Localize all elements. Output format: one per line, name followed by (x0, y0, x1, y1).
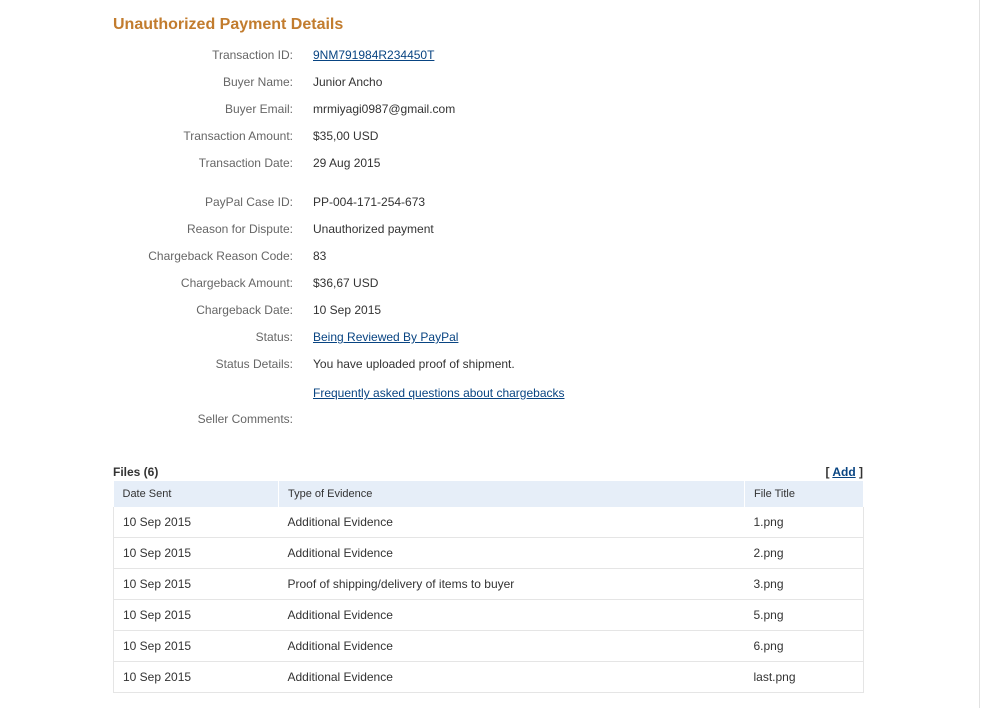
evidence-type-cell: Additional Evidence (278, 661, 745, 693)
add-file-link[interactable]: Add (832, 465, 855, 479)
date-sent-cell: 10 Sep 2015 (113, 630, 279, 662)
files-table: Date Sent Type of Evidence File Title 10… (113, 481, 864, 693)
page-title: Unauthorized Payment Details (113, 16, 344, 33)
status-details-label: Status Details: (215, 357, 293, 371)
status-link[interactable]: Being Reviewed By PayPal (313, 329, 458, 345)
evidence-type-cell: Additional Evidence (278, 630, 745, 662)
page-right-border (979, 0, 980, 708)
file-title-cell: 3.png (744, 568, 864, 600)
files-table-header-row: Date Sent Type of Evidence File Title (113, 481, 864, 507)
column-header-type-of-evidence: Type of Evidence (278, 481, 745, 507)
buyer-email-value: mrmiyagi0987@gmail.com (313, 102, 456, 116)
transaction-amount-value: $35,00 USD (313, 129, 379, 143)
add-bracket-close: ] (855, 465, 863, 479)
status-details-value: You have uploaded proof of shipment. (313, 357, 515, 371)
evidence-type-cell: Additional Evidence (278, 537, 745, 569)
date-sent-cell: 10 Sep 2015 (113, 568, 279, 600)
files-add-control: [ Add ] (825, 464, 863, 480)
files-header: Files (6) [ Add ] (113, 464, 863, 480)
chargeback-amount-label: Chargeback Amount: (180, 276, 293, 290)
reason-label: Reason for Dispute: (186, 222, 293, 236)
case-id-value: PP-004-171-254-673 (313, 195, 426, 209)
seller-comments-label: Seller Comments: (197, 412, 293, 426)
evidence-type-cell: Proof of shipping/delivery of items to b… (278, 568, 745, 600)
file-title-cell: 2.png (744, 537, 864, 569)
reason-code-value: 83 (313, 249, 327, 263)
file-title-cell: 5.png (744, 599, 864, 631)
buyer-email-label: Buyer Email: (224, 102, 293, 116)
table-row: 10 Sep 2015 Additional Evidence 1.png (113, 507, 864, 538)
transaction-id-link[interactable]: 9NM791984R234450T (313, 47, 434, 63)
column-header-date-sent: Date Sent (113, 481, 279, 507)
date-sent-cell: 10 Sep 2015 (113, 599, 279, 631)
case-id-label: PayPal Case ID: (204, 195, 293, 209)
table-row: 10 Sep 2015 Additional Evidence last.png (113, 661, 864, 693)
file-title-cell: 6.png (744, 630, 864, 662)
table-row: 10 Sep 2015 Additional Evidence 5.png (113, 599, 864, 631)
date-sent-cell: 10 Sep 2015 (113, 507, 279, 538)
transaction-amount-label: Transaction Amount: (183, 129, 293, 143)
table-row: 10 Sep 2015 Additional Evidence 2.png (113, 537, 864, 569)
reason-code-label: Chargeback Reason Code: (148, 249, 293, 263)
chargeback-faq-link[interactable]: Frequently asked questions about chargeb… (313, 385, 565, 401)
table-row: 10 Sep 2015 Proof of shipping/delivery o… (113, 568, 864, 600)
files-title: Files (6) (113, 465, 159, 479)
evidence-type-cell: Additional Evidence (278, 507, 745, 538)
evidence-type-cell: Additional Evidence (278, 599, 745, 631)
chargeback-date-label: Chargeback Date: (196, 303, 293, 317)
chargeback-date-value: 10 Sep 2015 (313, 303, 382, 317)
file-title-cell: last.png (744, 661, 864, 693)
transaction-date-label: Transaction Date: (198, 156, 293, 170)
buyer-name-value: Junior Ancho (313, 75, 383, 89)
status-label: Status: (255, 330, 293, 344)
column-header-file-title: File Title (744, 481, 864, 507)
reason-value: Unauthorized payment (313, 222, 434, 236)
transaction-id-label: Transaction ID: (212, 48, 293, 62)
date-sent-cell: 10 Sep 2015 (113, 661, 279, 693)
transaction-date-value: 29 Aug 2015 (313, 156, 381, 170)
table-row: 10 Sep 2015 Additional Evidence 6.png (113, 630, 864, 662)
chargeback-amount-value: $36,67 USD (313, 276, 379, 290)
file-title-cell: 1.png (744, 507, 864, 538)
buyer-name-label: Buyer Name: (222, 75, 293, 89)
date-sent-cell: 10 Sep 2015 (113, 537, 279, 569)
